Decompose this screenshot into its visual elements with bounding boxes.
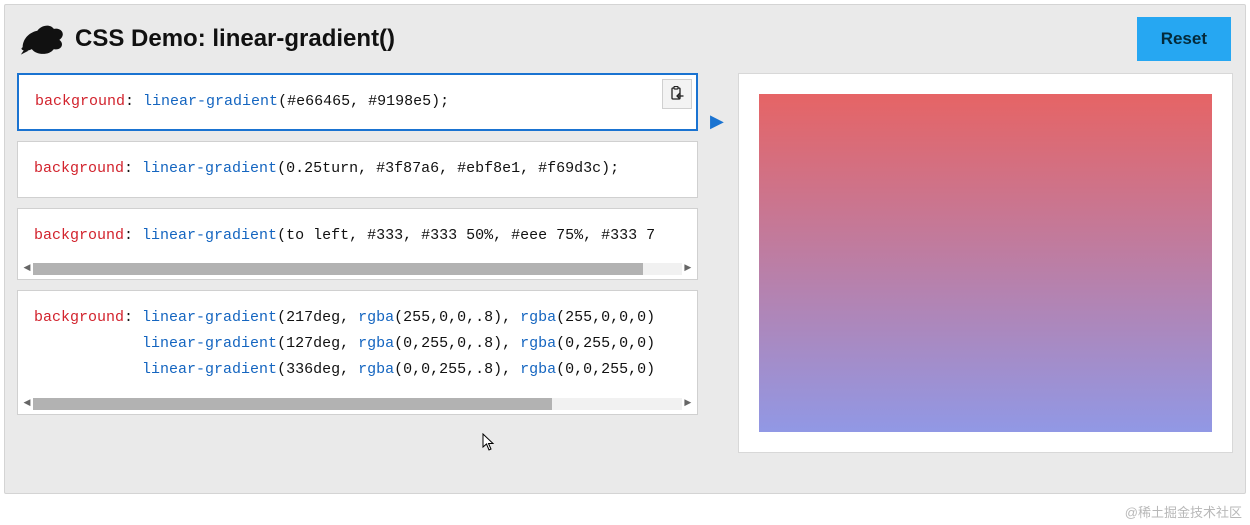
code-example-2[interactable]: background: linear-gradient(0.25turn, #3… — [17, 141, 698, 197]
code-examples-column: background: linear-gradient(#e66465, #91… — [17, 73, 698, 415]
reset-button[interactable]: Reset — [1137, 17, 1231, 61]
code-example-1[interactable]: background: linear-gradient(#e66465, #91… — [17, 73, 698, 131]
header-left: CSS Demo: linear-gradient() — [19, 22, 395, 56]
logo-icon — [19, 22, 63, 56]
code-example-3[interactable]: background: linear-gradient(to left, #33… — [17, 208, 698, 280]
horizontal-scrollbar[interactable]: ◀ ▶ — [18, 263, 697, 279]
scroll-thumb[interactable] — [33, 398, 552, 410]
css-property: background — [34, 160, 124, 177]
css-property: background — [34, 227, 124, 244]
header: CSS Demo: linear-gradient() Reset — [5, 5, 1245, 73]
scroll-left-icon[interactable]: ◀ — [21, 263, 33, 275]
scroll-track[interactable] — [33, 263, 682, 275]
css-property: background — [35, 93, 125, 110]
scroll-right-icon[interactable]: ▶ — [682, 398, 694, 410]
scroll-track[interactable] — [33, 398, 682, 410]
clipboard-paste-icon[interactable] — [662, 79, 692, 109]
demo-card: CSS Demo: linear-gradient() Reset backgr… — [4, 4, 1246, 494]
scroll-thumb[interactable] — [33, 263, 643, 275]
code-line: background: linear-gradient(0.25turn, #3… — [18, 142, 697, 196]
horizontal-scrollbar[interactable]: ◀ ▶ — [18, 398, 697, 414]
selection-pointer-icon: ▶ — [710, 111, 724, 132]
code-example-4[interactable]: background: linear-gradient(217deg, rgba… — [17, 290, 698, 415]
scroll-right-icon[interactable]: ▶ — [682, 263, 694, 275]
css-args: (0.25turn, #3f87a6, #ebf8e1, #f69d3c); — [277, 160, 619, 177]
css-property: background — [34, 309, 124, 326]
css-function: linear-gradient — [142, 227, 277, 244]
css-args: (to left, #333, #333 50%, #eee 75%, #333… — [277, 227, 655, 244]
preview-panel — [738, 73, 1233, 453]
page-title: CSS Demo: linear-gradient() — [75, 25, 395, 53]
css-function: linear-gradient — [142, 160, 277, 177]
watermark-text: @稀土掘金技术社区 — [1125, 502, 1242, 521]
code-lines: background: linear-gradient(217deg, rgba… — [18, 291, 697, 398]
gradient-preview — [759, 94, 1212, 432]
code-line: background: linear-gradient(#e66465, #91… — [19, 75, 696, 129]
body: background: linear-gradient(#e66465, #91… — [5, 73, 1245, 465]
css-function: linear-gradient — [143, 93, 278, 110]
scroll-left-icon[interactable]: ◀ — [21, 398, 33, 410]
code-line: background: linear-gradient(to left, #33… — [18, 209, 697, 263]
css-args: (#e66465, #9198e5); — [278, 93, 449, 110]
